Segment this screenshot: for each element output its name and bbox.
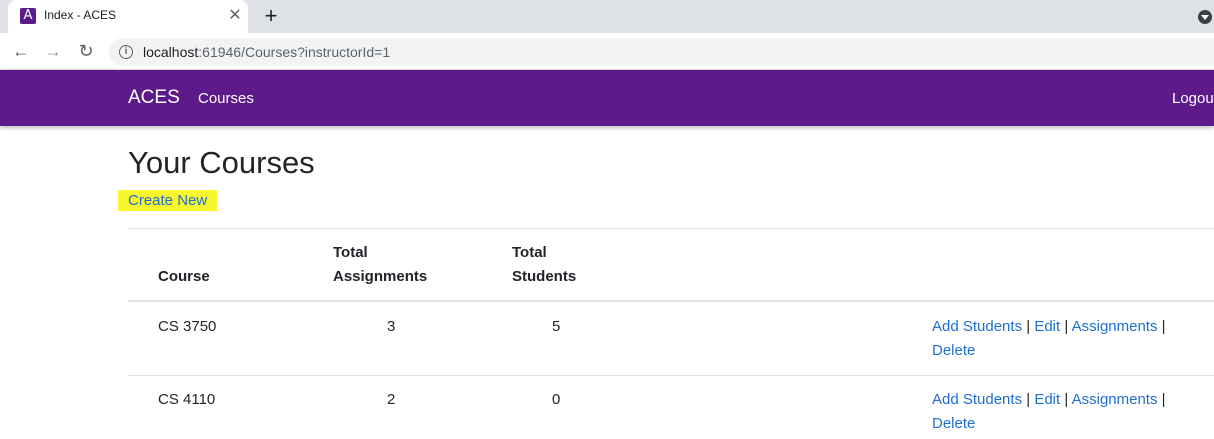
students-cell: 5 <box>552 318 561 335</box>
header-total-students: Total Students <box>512 241 576 289</box>
header-students-line2: Students <box>512 268 577 285</box>
separator: | <box>1161 318 1166 335</box>
browser-tab[interactable]: A Index - ACES ✕ <box>8 0 248 33</box>
header-assignments-line1: Total <box>333 244 368 261</box>
new-tab-icon[interactable]: + <box>259 4 283 28</box>
brand-logo[interactable]: ACES <box>128 87 180 109</box>
edit-link[interactable]: Edit <box>1034 318 1060 335</box>
url-host: localhost <box>143 44 199 60</box>
browser-tab-strip: A Index - ACES ✕ + <box>0 0 1214 33</box>
separator: | <box>1161 391 1166 408</box>
create-new-link[interactable]: Create New <box>118 190 218 211</box>
tab-title: Index - ACES <box>44 8 117 22</box>
site-info-icon[interactable]: i <box>119 45 133 59</box>
delete-link[interactable]: Delete <box>932 415 975 432</box>
url-path: :61946/Courses?instructorId=1 <box>198 44 391 60</box>
row-actions: Add Students | Edit | Assignments | Dele… <box>932 315 1202 363</box>
nav-courses-link[interactable]: Courses <box>198 90 254 107</box>
browser-toolbar: ← → ↻ i localhost:61946/Courses?instruct… <box>0 33 1214 70</box>
separator: | <box>1026 391 1031 408</box>
add-students-link[interactable]: Add Students <box>932 391 1022 408</box>
close-tab-icon[interactable]: ✕ <box>226 7 244 25</box>
course-cell: CS 3750 <box>158 318 217 335</box>
address-bar[interactable]: i localhost:61946/Courses?instructorId=1 <box>109 38 1214 66</box>
app-navbar: ACES Courses Logout <box>0 70 1214 126</box>
assignments-cell: 3 <box>387 318 396 335</box>
header-total-assignments: Total Assignments <box>333 241 427 289</box>
delete-link[interactable]: Delete <box>932 342 975 359</box>
assignments-cell: 2 <box>387 391 396 408</box>
url-text[interactable]: localhost:61946/Courses?instructorId=1 <box>143 44 390 60</box>
separator: | <box>1064 391 1069 408</box>
reload-icon[interactable]: ↻ <box>74 39 98 63</box>
course-cell: CS 4110 <box>158 391 216 408</box>
table-top-border <box>128 228 1214 229</box>
row-divider <box>128 375 1214 376</box>
assignments-link[interactable]: Assignments <box>1072 318 1158 335</box>
assignments-link[interactable]: Assignments <box>1072 391 1158 408</box>
separator: | <box>1064 318 1069 335</box>
row-actions: Add Students | Edit | Assignments | Dele… <box>932 388 1202 436</box>
header-assignments-line2: Assignments <box>333 268 428 285</box>
tab-search-icon[interactable] <box>1198 10 1212 24</box>
back-arrow-icon[interactable]: ← <box>9 39 33 63</box>
aces-favicon-icon: A <box>20 8 36 24</box>
header-course: Course <box>158 268 210 285</box>
edit-link[interactable]: Edit <box>1034 391 1060 408</box>
separator: | <box>1026 318 1031 335</box>
header-bottom-border <box>128 300 1214 302</box>
nav-logout-link[interactable]: Logout <box>1172 90 1214 107</box>
add-students-link[interactable]: Add Students <box>932 318 1022 335</box>
header-students-line1: Total <box>512 244 547 261</box>
students-cell: 0 <box>552 391 561 408</box>
forward-arrow-icon[interactable]: → <box>41 39 65 63</box>
page-title: Your Courses <box>128 145 315 180</box>
